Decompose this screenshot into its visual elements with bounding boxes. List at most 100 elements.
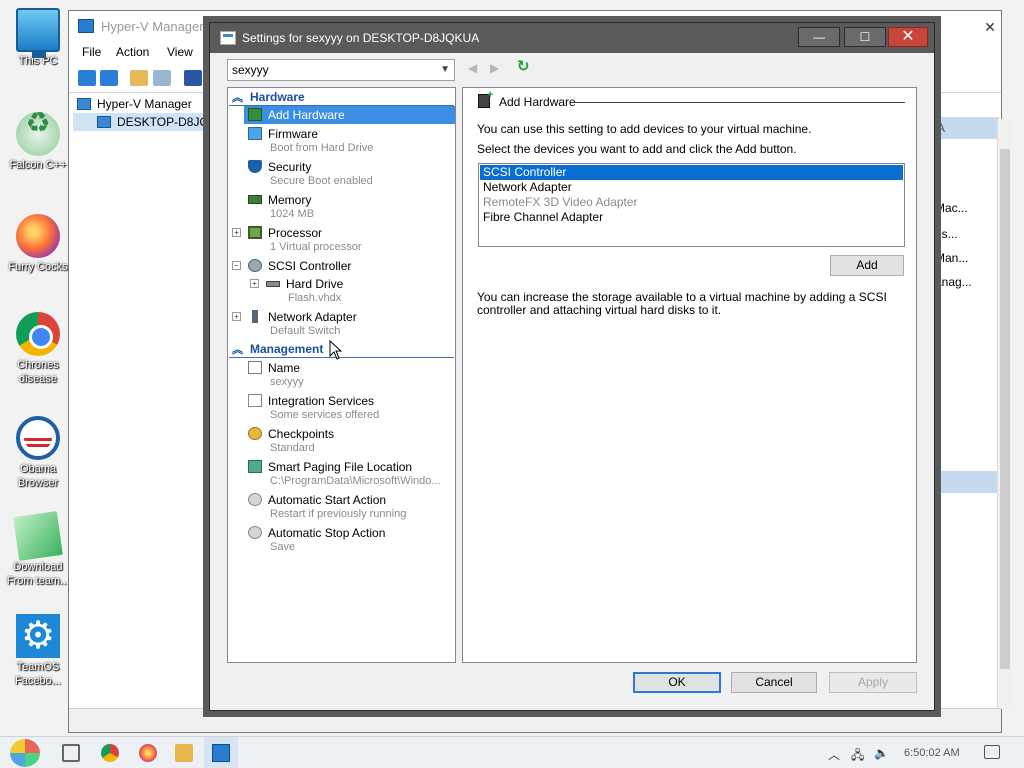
device-list[interactable]: SCSI Controller Network Adapter RemoteFX… xyxy=(478,163,905,247)
panel-instruction-text: Select the devices you want to add and c… xyxy=(477,142,797,156)
folder-up-icon[interactable] xyxy=(130,70,148,86)
action-item[interactable]: Man... xyxy=(935,251,993,265)
menu-action[interactable]: Action xyxy=(116,45,149,59)
help-icon[interactable] xyxy=(184,70,202,86)
collapse-icon[interactable]: ︽ xyxy=(232,89,243,105)
forward-arrow-icon[interactable]: ▶ xyxy=(490,61,499,75)
desktop-icon-label: Download From team... xyxy=(6,561,70,587)
tree-item-hard-drive[interactable]: + Hard Drive Flash.vhdx xyxy=(228,275,455,308)
back-arrow-icon[interactable]: ◀ xyxy=(468,61,477,75)
tree-item-checkpoints[interactable]: Checkpoints Standard xyxy=(228,425,455,458)
desktop-icon-label: TeamOS Facebo... xyxy=(15,661,61,687)
firefox-taskbar-icon[interactable] xyxy=(139,744,157,762)
actions-pane: A Mac... gs... Man... anag... r xyxy=(935,117,999,707)
apply-button: Apply xyxy=(829,672,917,693)
device-item-scsi-controller[interactable]: SCSI Controller xyxy=(480,165,903,180)
action-item[interactable]: Mac... xyxy=(935,201,993,215)
show-hide-icon[interactable] xyxy=(153,70,171,86)
expand-icon[interactable]: + xyxy=(232,228,241,237)
start-button-icon[interactable] xyxy=(10,739,40,767)
tree-item-smart-paging[interactable]: Smart Paging File Location C:\ProgramDat… xyxy=(228,458,455,491)
chrome-taskbar-icon[interactable] xyxy=(101,744,119,762)
desktop-icon-label: Chrones disease xyxy=(17,359,59,385)
hyperv-icon xyxy=(78,19,94,33)
tree-item-name[interactable]: Name sexyyy xyxy=(228,359,455,392)
tree-item-network-adapter[interactable]: + Network Adapter Default Switch xyxy=(228,308,455,341)
tree-item-firmware[interactable]: Firmware Boot from Hard Drive xyxy=(228,125,455,158)
add-button[interactable]: Add xyxy=(830,255,904,276)
taskbar: ︿ 🖧 🔈 6:50:02 AM xyxy=(0,736,1024,768)
cancel-button[interactable]: Cancel xyxy=(731,672,817,693)
hyperv-icon xyxy=(212,744,230,762)
desktop-icon-chrome[interactable]: Chrones disease xyxy=(4,312,72,386)
device-item-fibre-channel[interactable]: Fibre Channel Adapter xyxy=(480,210,903,225)
tree-item-auto-start[interactable]: Automatic Start Action Restart if previo… xyxy=(228,491,455,524)
processor-icon xyxy=(248,226,262,239)
desktop-icon-firefox[interactable]: Furry Cocks xyxy=(4,214,72,274)
action-item[interactable]: anag... xyxy=(935,275,993,289)
vm-selector[interactable]: sexyyy ▼ xyxy=(227,59,455,81)
ok-button[interactable]: OK xyxy=(633,672,721,693)
expand-icon[interactable]: + xyxy=(232,312,241,321)
tree-item-integration-services[interactable]: Integration Services Some services offer… xyxy=(228,392,455,425)
action-item[interactable]: gs... xyxy=(935,227,993,241)
panel-intro-text: You can use this setting to add devices … xyxy=(477,122,812,136)
desktop-icon-teamos[interactable]: TeamOS Facebo... xyxy=(4,614,72,688)
add-hardware-icon xyxy=(478,89,493,108)
hyperv-title: Hyper-V Manager xyxy=(101,19,204,34)
desktop-icon-falcon[interactable]: Falcon C++ xyxy=(4,112,72,172)
hyperv-taskbar-button[interactable] xyxy=(204,737,238,768)
close-button[interactable]: ✕ xyxy=(969,15,1011,39)
firmware-icon xyxy=(248,127,262,140)
dialog-close-button[interactable]: ✕ xyxy=(888,27,928,47)
chevron-up-icon[interactable]: ︿ xyxy=(828,746,840,763)
collapse-icon[interactable]: − xyxy=(232,261,241,270)
actions-header[interactable]: A xyxy=(935,117,999,139)
back-icon[interactable] xyxy=(78,70,96,86)
task-view-icon[interactable] xyxy=(62,744,80,762)
expand-icon[interactable]: + xyxy=(250,279,259,288)
chrome-icon xyxy=(16,312,60,356)
chevron-down-icon: ▼ xyxy=(440,64,450,75)
header-divider xyxy=(571,102,905,103)
hyperv-icon xyxy=(77,98,91,110)
desktop-icon-label: Furry Cocks xyxy=(8,261,68,273)
settings-tree: ︽ Hardware Add Hardware Firmware Boot fr… xyxy=(227,87,456,663)
menu-file[interactable]: File xyxy=(82,45,101,59)
tree-item-desktop[interactable]: DESKTOP-D8JQKUA xyxy=(73,113,233,131)
refresh-icon[interactable]: ↻ xyxy=(517,59,533,75)
hyperv-tree: Hyper-V Manager DESKTOP-D8JQKUA xyxy=(73,95,233,131)
file-explorer-icon[interactable] xyxy=(175,744,193,762)
server-icon xyxy=(97,116,111,128)
clock[interactable]: 6:50:02 AM xyxy=(904,747,960,759)
scroll-thumb[interactable] xyxy=(1000,149,1010,669)
network-icon[interactable]: 🖧 xyxy=(851,746,864,767)
settings-dialog: Settings for sexyyy on DESKTOP-D8JQKUA —… xyxy=(209,22,935,711)
tree-item-auto-stop[interactable]: Automatic Stop Action Save xyxy=(228,524,455,557)
notification-icon[interactable] xyxy=(984,745,1000,759)
notepad-icon xyxy=(13,511,63,561)
action-item[interactable]: r xyxy=(935,373,993,387)
collapse-icon[interactable]: ︽ xyxy=(232,341,243,357)
device-item-network-adapter[interactable]: Network Adapter xyxy=(480,180,903,195)
desktop-icon-download[interactable]: Download From team... xyxy=(4,511,72,588)
menu-view[interactable]: View xyxy=(167,45,193,59)
section-header-hardware[interactable]: ︽ Hardware xyxy=(229,88,454,106)
tree-item-security[interactable]: Security Secure Boot enabled xyxy=(228,158,455,191)
dialog-title-bar[interactable]: Settings for sexyyy on DESKTOP-D8JQKUA —… xyxy=(210,23,934,53)
maximize-button[interactable]: ☐ xyxy=(844,27,886,47)
desktop-icon-this-pc[interactable]: This PC xyxy=(4,8,72,68)
checkpoint-icon xyxy=(248,427,262,440)
forward-icon[interactable] xyxy=(100,70,118,86)
desktop-icon-obama-browser[interactable]: Obama Browser xyxy=(4,416,72,490)
obama-logo-icon xyxy=(16,416,60,460)
vertical-scrollbar[interactable] xyxy=(997,119,1011,709)
tree-item-processor[interactable]: + Processor 1 Virtual processor xyxy=(228,224,455,257)
tree-item-memory[interactable]: Memory 1024 MB xyxy=(228,191,455,224)
add-hardware-icon xyxy=(248,108,262,121)
actions-header-vm[interactable] xyxy=(935,471,999,493)
dialog-title: Settings for sexyyy on DESKTOP-D8JQKUA xyxy=(242,31,480,45)
volume-icon[interactable]: 🔈 xyxy=(874,746,889,760)
minimize-button[interactable]: — xyxy=(798,27,840,47)
tree-item-hyperv-manager[interactable]: Hyper-V Manager xyxy=(73,95,213,113)
